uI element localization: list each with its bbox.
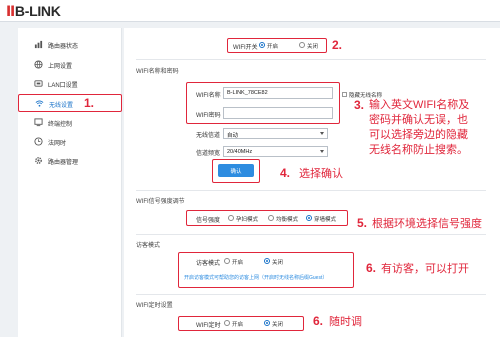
sidebar-item-lan[interactable]: LAN口设置 <box>18 75 122 92</box>
sidebar: 路由器状态 上网设置 LAN口设置 无线设置 终端控制 法网时 路由器管理 <box>18 28 122 337</box>
guest-on-radio[interactable] <box>224 258 230 264</box>
timer-label: WIFI定时 <box>196 323 221 329</box>
guest-on-label: 开启 <box>232 260 244 266</box>
terminal-icon <box>34 118 43 127</box>
channel-select[interactable]: 自动 <box>223 128 328 139</box>
globe-icon <box>34 60 43 69</box>
chevron-down-icon <box>320 132 324 135</box>
bandwidth-label: 信道频宽 <box>196 151 221 157</box>
annotation-5-text: 根据环境选择信号强度 <box>372 218 482 230</box>
signal-label: 信号强度 <box>196 218 221 224</box>
sidebar-item-wireless[interactable]: 无线设置 <box>18 94 122 112</box>
annotation-6-num: 6. <box>366 261 377 275</box>
guest-hint-link[interactable]: 开启访客模式可帮助您的访客上网（开启时无线名称后缀Guest） <box>184 274 352 281</box>
main-content: WIFI开关 开启 关闭 2. WIFI名称和密码 WIFI名称 B-LINK_… <box>124 28 500 337</box>
annotation-3-num: 3. <box>354 98 365 112</box>
sidebar-item-label: 无线设置 <box>49 103 74 109</box>
divider <box>136 190 486 191</box>
section-title-ssid: WIFI名称和密码 <box>136 69 179 75</box>
section-title-timer: WIFI定时设置 <box>136 303 173 309</box>
top-bar: ⅡB-LINK <box>0 0 500 22</box>
wifi-password-label: WIFI密码 <box>196 113 221 119</box>
wifi-name-label: WIFI名称 <box>196 93 221 99</box>
sidebar-item-label: 法网时 <box>48 141 67 147</box>
timer-off-radio[interactable] <box>264 320 270 326</box>
signal-pregnant-label: 孕妇模式 <box>236 217 259 223</box>
signal-balanced-radio[interactable] <box>268 215 274 221</box>
annotation-3-line4: 无线名称防止搜索。 <box>369 144 468 156</box>
logo: ⅡB-LINK <box>6 3 61 19</box>
annotation-3-line1: 输入英文WIFI名称及 <box>369 99 470 111</box>
wifi-switch-label: WIFI开关 <box>233 45 258 51</box>
sidebar-item-router-admin[interactable]: 路由器管理 <box>18 152 122 169</box>
section-title-guest: 访客模式 <box>136 243 161 249</box>
sidebar-item-label: LAN口设置 <box>48 83 78 89</box>
annotation-6-text: 有访客，可以打开 <box>381 263 469 275</box>
channel-label: 无线信道 <box>196 133 221 139</box>
divider <box>136 294 486 295</box>
sidebar-item-timer[interactable]: 法网时 <box>18 133 122 150</box>
annotation-6b-text: 随时调 <box>329 316 362 328</box>
chevron-down-icon <box>320 150 324 153</box>
sidebar-item-label: 终端控制 <box>48 122 73 128</box>
annotation-5-num: 5. <box>357 216 368 230</box>
wifi-off-radio[interactable] <box>299 42 305 48</box>
signal-wall-label: 穿墙模式 <box>314 217 337 223</box>
annotation-3-line3: 可以选择旁边的隐藏 <box>369 129 468 141</box>
section-title-signal: WIFI信号强度调节 <box>136 199 185 205</box>
guest-off-radio[interactable] <box>264 258 270 264</box>
signal-balanced-label: 均衡模式 <box>276 217 299 223</box>
wifi-name-input[interactable]: B-LINK_78CE82 <box>223 87 333 99</box>
channel-value: 自动 <box>227 133 239 139</box>
clock-icon <box>34 137 43 146</box>
annotation-6b-num: 6. <box>313 314 324 328</box>
lan-icon <box>34 80 43 87</box>
timer-off-label: 关闭 <box>272 322 284 328</box>
wifi-on-label: 开启 <box>267 44 279 50</box>
signal-pregnant-radio[interactable] <box>228 215 234 221</box>
wifi-password-input[interactable] <box>223 107 333 119</box>
wifi-on-radio[interactable] <box>259 42 265 48</box>
annotation-1: 1. <box>84 96 95 110</box>
annotation-2: 2. <box>332 38 343 52</box>
guest-off-label: 关闭 <box>272 260 284 266</box>
signal-wall-radio[interactable] <box>306 215 312 221</box>
dashboard-icon <box>34 40 43 49</box>
timer-on-radio[interactable] <box>224 320 230 326</box>
sidebar-item-router-status[interactable]: 路由器状态 <box>18 36 122 53</box>
divider <box>136 234 486 235</box>
guest-mode-label: 访客模式 <box>196 261 221 267</box>
annotation-3-line2: 密码并确认无误，也 <box>369 114 468 126</box>
divider <box>136 59 486 60</box>
annotation-4-num: 4. <box>280 166 291 180</box>
sidebar-item-label: 上网设置 <box>48 64 73 70</box>
timer-on-label: 开启 <box>232 322 244 328</box>
confirm-button[interactable]: 确认 <box>218 164 254 177</box>
sidebar-item-label: 路由器管理 <box>48 160 79 166</box>
sidebar-item-internet[interactable]: 上网设置 <box>18 56 122 73</box>
gear-icon <box>35 157 42 164</box>
sidebar-item-terminal[interactable]: 终端控制 <box>18 114 122 131</box>
hide-ssid-checkbox[interactable] <box>342 92 347 97</box>
wifi-icon <box>35 100 44 107</box>
bandwidth-select[interactable]: 20/40MHz <box>223 146 328 157</box>
annotation-4-text: 选择确认 <box>299 168 343 180</box>
bandwidth-value: 20/40MHz <box>227 149 253 155</box>
wifi-off-label: 关闭 <box>307 44 319 50</box>
sidebar-item-label: 路由器状态 <box>48 44 79 50</box>
